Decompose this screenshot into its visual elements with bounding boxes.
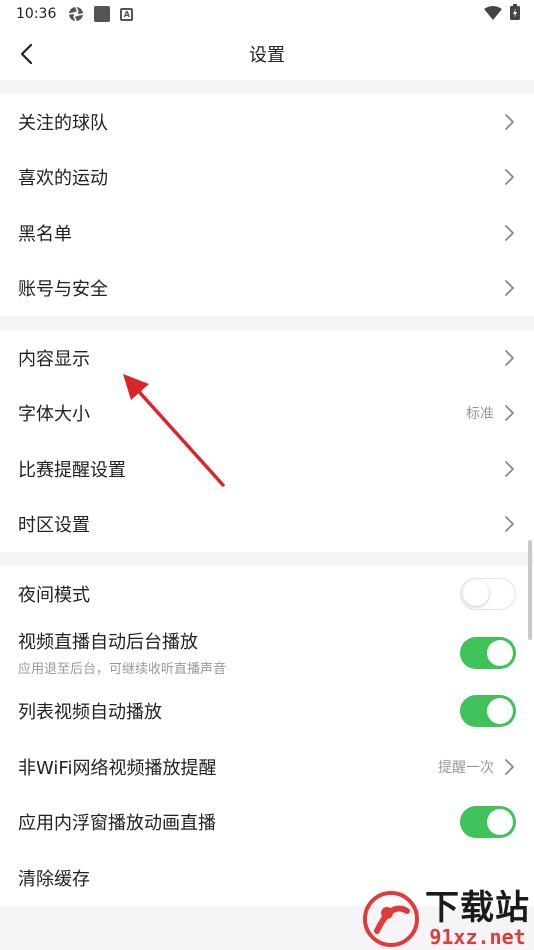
back-button[interactable] bbox=[12, 40, 40, 68]
row-label: 比赛提醒设置 bbox=[18, 459, 126, 481]
status-bar: 10:36 A bbox=[0, 0, 534, 28]
row-favorite-sports[interactable]: 喜欢的运动 bbox=[0, 150, 534, 206]
list-autoplay-toggle[interactable] bbox=[460, 695, 516, 728]
row-followed-teams[interactable]: 关注的球队 bbox=[0, 94, 534, 150]
row-label: 应用内浮窗播放动画直播 bbox=[18, 813, 216, 835]
row-match-reminder[interactable]: 比赛提醒设置 bbox=[0, 441, 534, 497]
navigation-bar: 设置 bbox=[0, 28, 534, 80]
status-time: 10:36 bbox=[16, 6, 57, 22]
notification-square-icon bbox=[94, 6, 111, 22]
row-background-play: 视频直播自动后台播放 应用退至后台，可继续收听直播声音 bbox=[0, 622, 534, 684]
toggle-knob bbox=[487, 809, 513, 836]
section-gap bbox=[0, 552, 534, 566]
chevron-right-icon bbox=[505, 405, 514, 422]
background-play-toggle[interactable] bbox=[460, 636, 516, 669]
chevron-right-icon bbox=[505, 516, 514, 533]
row-value: 提醒一次 bbox=[438, 759, 494, 776]
night-mode-toggle[interactable] bbox=[460, 577, 516, 610]
settings-group-playback: 夜间模式 视频直播自动后台播放 应用退至后台，可继续收听直播声音 列表视频自动播… bbox=[0, 566, 534, 906]
row-label: 非WiFi网络视频播放提醒 bbox=[18, 757, 217, 779]
row-label: 黑名单 bbox=[18, 223, 72, 245]
chevron-right-icon bbox=[505, 460, 514, 477]
section-gap bbox=[0, 316, 534, 330]
row-value: 标准 bbox=[466, 406, 494, 423]
section-gap bbox=[0, 80, 534, 94]
row-content-display[interactable]: 内容显示 bbox=[0, 330, 534, 386]
scrollbar[interactable] bbox=[528, 540, 532, 640]
back-arrow-icon bbox=[20, 43, 33, 65]
watermark-logo-icon bbox=[361, 891, 421, 947]
watermark-url: 91xz.net bbox=[429, 925, 526, 949]
wifi-icon bbox=[484, 5, 502, 24]
row-label: 关注的球队 bbox=[18, 112, 108, 134]
row-night-mode: 夜间模式 bbox=[0, 566, 534, 622]
toggle-knob bbox=[487, 639, 513, 666]
row-floating-window: 应用内浮窗播放动画直播 bbox=[0, 795, 534, 851]
settings-group-account: 关注的球队 喜欢的运动 黑名单 账号与安全 bbox=[0, 94, 534, 316]
row-label: 夜间模式 bbox=[18, 584, 90, 606]
row-label: 时区设置 bbox=[18, 515, 90, 537]
row-timezone[interactable]: 时区设置 bbox=[0, 497, 534, 553]
row-label: 账号与安全 bbox=[18, 279, 108, 301]
chevron-right-icon bbox=[505, 169, 514, 186]
annotation-arrow-icon bbox=[123, 374, 225, 487]
page-title: 设置 bbox=[249, 45, 285, 66]
row-blacklist[interactable]: 黑名单 bbox=[0, 205, 534, 261]
chevron-right-icon bbox=[505, 280, 514, 297]
row-label: 列表视频自动播放 bbox=[18, 702, 162, 724]
chevron-right-icon bbox=[505, 758, 514, 775]
aperture-icon bbox=[68, 6, 84, 22]
a-notification-icon: A bbox=[120, 7, 134, 21]
row-label: 内容显示 bbox=[18, 348, 90, 370]
toggle-knob bbox=[487, 698, 513, 725]
toggle-knob bbox=[463, 580, 489, 607]
chevron-right-icon bbox=[505, 224, 514, 241]
watermark-title: 下载站 bbox=[425, 888, 530, 928]
row-non-wifi-reminder[interactable]: 非WiFi网络视频播放提醒 提醒一次 bbox=[0, 739, 534, 795]
row-label: 视频直播自动后台播放 bbox=[18, 632, 198, 653]
watermark: 下载站 91xz.net bbox=[361, 890, 530, 948]
row-font-size[interactable]: 字体大小 标准 bbox=[0, 386, 534, 442]
row-list-autoplay: 列表视频自动播放 bbox=[0, 684, 534, 740]
settings-group-display: 内容显示 字体大小 标准 比赛提醒设置 时区设置 bbox=[0, 330, 534, 552]
row-subtitle: 应用退至后台，可继续收听直播声音 bbox=[18, 662, 227, 677]
row-label: 清除缓存 bbox=[18, 868, 90, 890]
row-label: 喜欢的运动 bbox=[18, 168, 108, 190]
chevron-right-icon bbox=[505, 113, 514, 130]
floating-window-toggle[interactable] bbox=[460, 806, 516, 839]
row-account-security[interactable]: 账号与安全 bbox=[0, 261, 534, 317]
battery-icon bbox=[510, 4, 520, 24]
row-label: 字体大小 bbox=[18, 404, 90, 426]
chevron-right-icon bbox=[505, 349, 514, 366]
